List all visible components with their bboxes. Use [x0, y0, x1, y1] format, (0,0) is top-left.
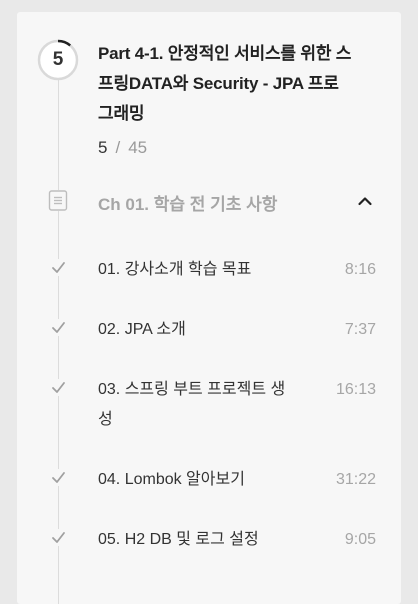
- lesson-title: 02. JPA 소개: [98, 321, 186, 338]
- lesson-count: 5 / 45: [98, 138, 147, 158]
- progress-number: 5: [52, 49, 64, 70]
- lesson-item[interactable]: 05. H2 DB 및 로그 설정 9:05: [17, 525, 401, 555]
- total-count: 45: [128, 138, 148, 157]
- lesson-item[interactable]: 04. Lombok 알아보기 31:22: [17, 465, 401, 495]
- completed-count: 5: [98, 138, 108, 157]
- lesson-duration: 16:13: [335, 381, 376, 398]
- count-separator: /: [115, 138, 121, 157]
- lesson-item[interactable]: 03. 스프링 부트 프로젝트 생성 16:13: [17, 375, 401, 435]
- chapter-header[interactable]: Ch 01. 학습 전 기초 사항: [17, 180, 401, 220]
- progress-ring: 5: [37, 39, 79, 81]
- check-icon: [50, 259, 67, 276]
- lesson-title: 03. 스프링 부트 프로젝트 생성: [98, 381, 286, 428]
- lesson-item[interactable]: 01. 강사소개 학습 목표 8:16: [17, 255, 401, 285]
- curriculum-panel: 5 Part 4-1. 안정적인 서비스를 위한 스프링DATA와 Securi…: [17, 12, 401, 604]
- lesson-duration: 9:05: [344, 531, 376, 548]
- lesson-duration: 31:22: [335, 471, 376, 488]
- lesson-duration: 7:37: [344, 321, 376, 338]
- check-icon: [50, 529, 67, 546]
- chapter-title: Ch 01. 학습 전 기초 사항: [98, 195, 278, 214]
- check-icon: [50, 469, 67, 486]
- lesson-title: 01. 강사소개 학습 목표: [98, 261, 252, 278]
- chevron-up-icon[interactable]: [357, 193, 373, 209]
- lesson-duration: 8:16: [344, 261, 376, 278]
- lesson-title: 04. Lombok 알아보기: [98, 471, 245, 488]
- course-title: Part 4-1. 안정적인 서비스를 위한 스프링DATA와 Security…: [98, 44, 352, 123]
- lesson-title: 05. H2 DB 및 로그 설정: [98, 531, 259, 548]
- lesson-item[interactable]: 02. JPA 소개 7:37: [17, 315, 401, 345]
- document-icon: [48, 190, 68, 211]
- check-icon: [50, 319, 67, 336]
- check-icon: [50, 379, 67, 396]
